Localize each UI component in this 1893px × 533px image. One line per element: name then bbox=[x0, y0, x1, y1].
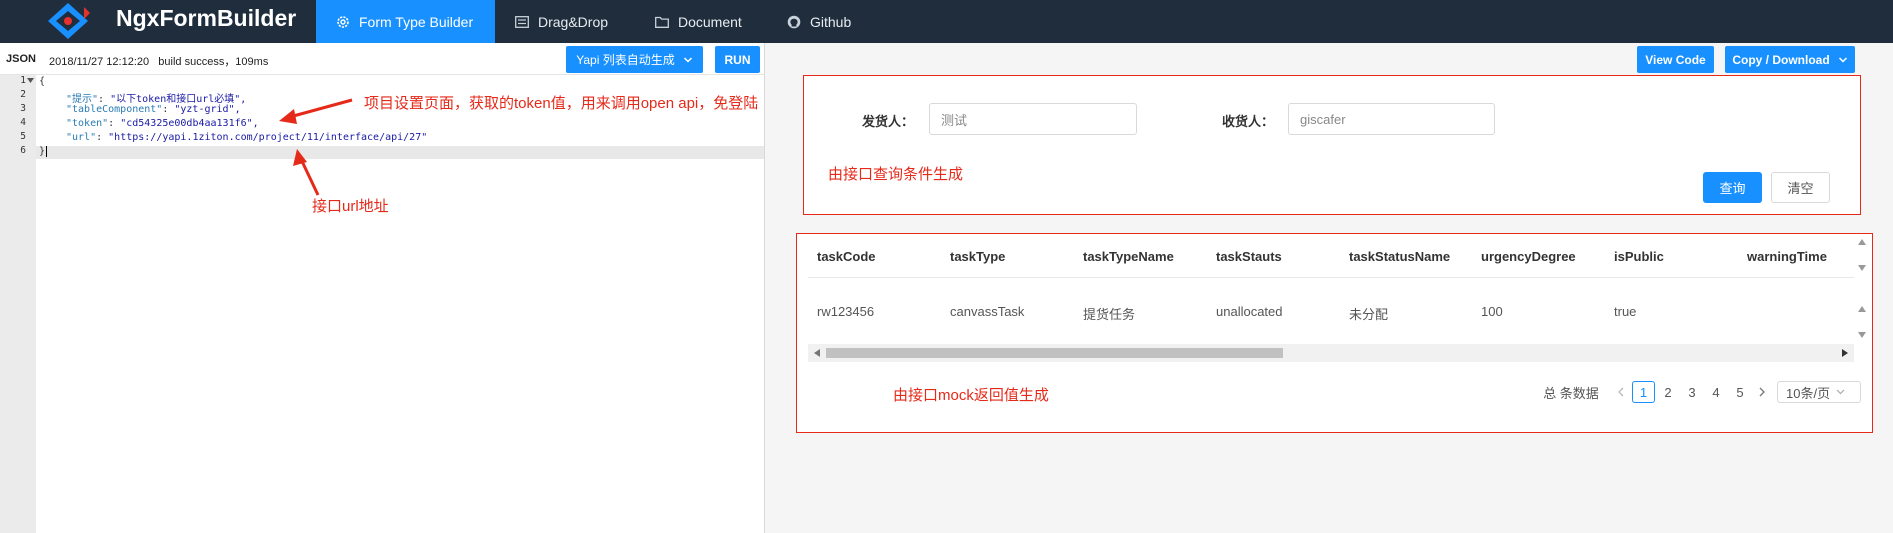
sender-input[interactable]: 测试 bbox=[929, 103, 1137, 135]
column-header[interactable]: taskStauts bbox=[1216, 249, 1282, 264]
table-cell: unallocated bbox=[1216, 304, 1283, 319]
tab-github[interactable]: Github bbox=[787, 0, 867, 43]
pagination-page-5[interactable]: 5 bbox=[1729, 381, 1751, 403]
table-cell: canvassTask bbox=[950, 304, 1025, 319]
chevron-right-icon bbox=[1759, 387, 1765, 397]
table-source-note: 由接口mock返回值生成 bbox=[893, 387, 1049, 404]
tab-form-type-builder[interactable]: Form Type Builder bbox=[316, 0, 495, 43]
table-cell: true bbox=[1614, 304, 1637, 319]
url-annotation: 接口url地址 bbox=[312, 198, 389, 215]
page-size-value: 10条/页 bbox=[1786, 385, 1831, 401]
page-size-select[interactable]: 10条/页 bbox=[1777, 381, 1861, 403]
scroll-down-icon[interactable] bbox=[1858, 332, 1866, 338]
table-cell: rw123456 bbox=[817, 304, 875, 319]
pagination-next-button[interactable] bbox=[1755, 381, 1769, 403]
table-cell: 100 bbox=[1481, 304, 1503, 319]
pagination-page-2[interactable]: 2 bbox=[1657, 381, 1679, 403]
form-source-note: 由接口查询条件生成 bbox=[828, 166, 964, 183]
pagination-page-1[interactable]: 1 bbox=[1632, 381, 1655, 403]
column-header[interactable]: urgencyDegree bbox=[1481, 249, 1576, 264]
column-header[interactable]: taskCode bbox=[817, 249, 876, 264]
tab-label: Form Type Builder bbox=[359, 13, 474, 30]
column-header[interactable]: taskTypeName bbox=[1083, 249, 1174, 264]
scroll-up-icon[interactable] bbox=[1858, 239, 1866, 245]
chevron-left-icon bbox=[1618, 387, 1624, 397]
token-annotation: 项目设置页面，获取的token值，用来调用open api，免登陆 bbox=[364, 95, 759, 112]
copy-download-dropdown[interactable]: Copy / Download bbox=[1725, 46, 1855, 73]
logo-icon bbox=[48, 3, 90, 39]
json-editor-panel: JSON 2018/11/27 12:12:20 build success，1… bbox=[0, 43, 765, 533]
scroll-down-icon[interactable] bbox=[1858, 265, 1866, 271]
query-button[interactable]: 查询 bbox=[1703, 172, 1762, 203]
scrollbar-thumb[interactable] bbox=[826, 348, 1283, 358]
sender-label: 发货人： bbox=[862, 114, 915, 129]
pagination-prev-button[interactable] bbox=[1614, 381, 1628, 403]
pagination-page-4[interactable]: 4 bbox=[1705, 381, 1727, 403]
column-header[interactable]: taskStatusName bbox=[1349, 249, 1450, 264]
form-icon bbox=[515, 15, 529, 28]
tab-label: Drag&Drop bbox=[538, 13, 609, 30]
tab-label: Document bbox=[678, 13, 742, 30]
pagination-total: 总 条数据 bbox=[1543, 385, 1599, 401]
column-header[interactable]: warningTime bbox=[1747, 249, 1827, 264]
clear-button[interactable]: 清空 bbox=[1771, 172, 1830, 203]
table-cell: 未分配 bbox=[1349, 307, 1389, 322]
tab-label: Github bbox=[810, 13, 852, 30]
pagination-page-3[interactable]: 3 bbox=[1681, 381, 1703, 403]
column-header[interactable]: isPublic bbox=[1614, 249, 1664, 264]
chevron-down-icon bbox=[1838, 56, 1847, 63]
horizontal-scrollbar[interactable] bbox=[808, 344, 1854, 362]
brand-title: NgxFormBuilder bbox=[116, 5, 297, 31]
chevron-down-icon bbox=[1836, 389, 1845, 395]
folder-icon bbox=[655, 16, 669, 28]
view-code-button[interactable]: View Code bbox=[1637, 46, 1714, 73]
scroll-left-icon[interactable] bbox=[814, 349, 820, 357]
scroll-right-icon[interactable] bbox=[1842, 349, 1848, 357]
table-cell: 提货任务 bbox=[1083, 307, 1136, 322]
column-header[interactable]: taskType bbox=[950, 249, 1005, 264]
gear-icon bbox=[337, 15, 349, 28]
scroll-up-icon[interactable] bbox=[1858, 306, 1866, 312]
top-navbar: NgxFormBuilder Form Type Builder Drag&Dr… bbox=[0, 0, 1893, 43]
receiver-input[interactable]: giscafer bbox=[1288, 103, 1495, 135]
github-icon bbox=[787, 15, 801, 28]
dropdown-label: Copy / Download bbox=[1732, 52, 1830, 67]
tab-drag-drop[interactable]: Drag&Drop bbox=[515, 0, 633, 43]
tab-document[interactable]: Document bbox=[655, 0, 755, 43]
receiver-label: 收货人： bbox=[1222, 114, 1275, 129]
